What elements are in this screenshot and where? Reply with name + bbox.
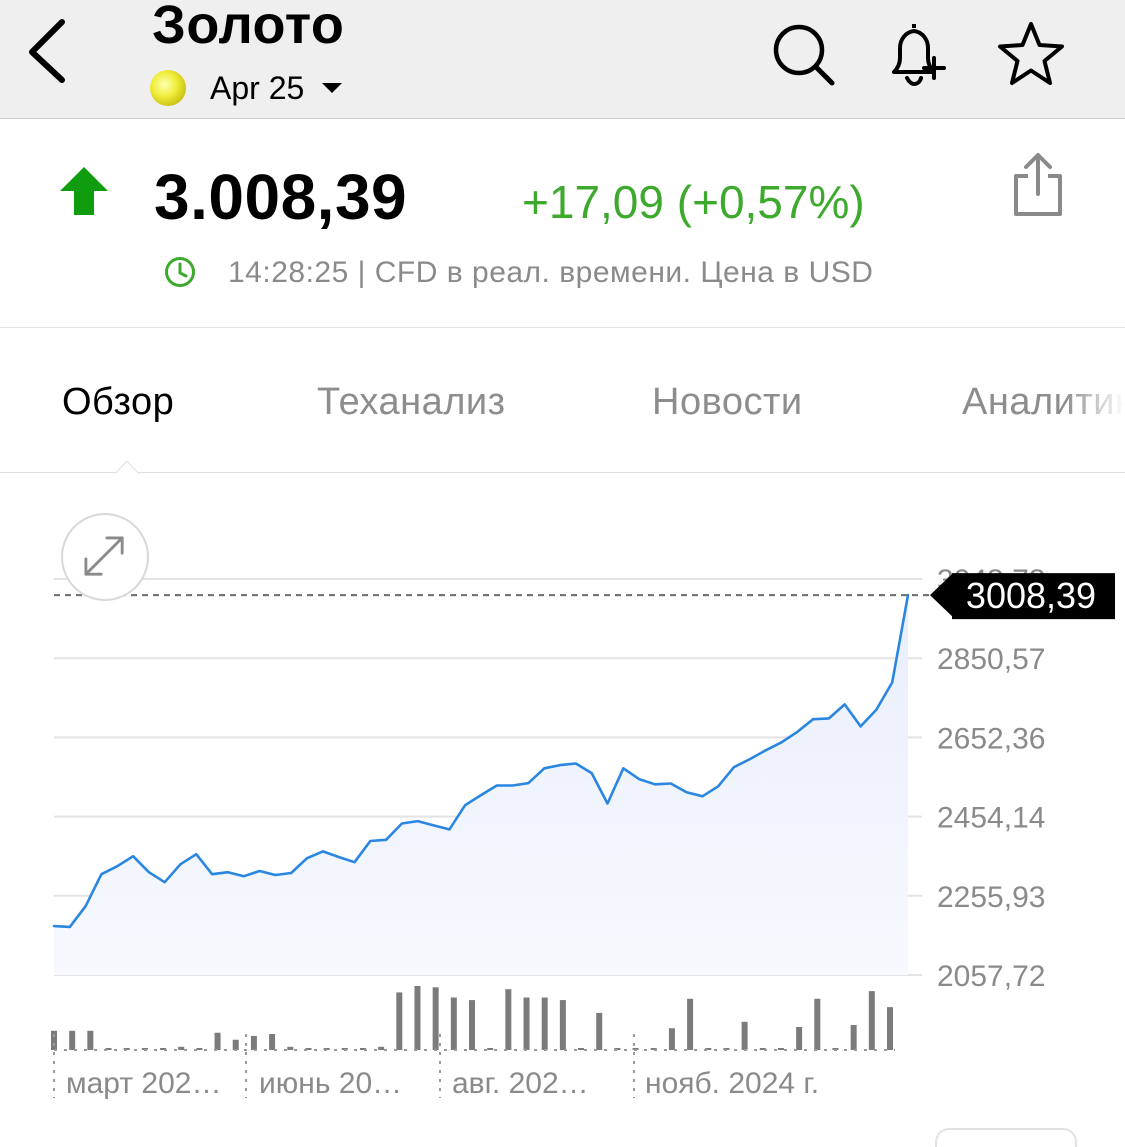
top-bar: Золото Apr 25 [0, 0, 1125, 119]
volume-bar [250, 1035, 257, 1050]
tab-overview[interactable]: Обзор [62, 381, 174, 424]
volume-bar [87, 1030, 94, 1050]
volume-bar [668, 1028, 675, 1050]
y-tick-label: 2850,57 [937, 643, 1045, 676]
volume-bar [559, 1000, 566, 1050]
volume-bar [796, 1026, 803, 1050]
active-tab-pointer [114, 461, 140, 475]
volume-bar [414, 986, 421, 1050]
expand-icon [84, 536, 124, 576]
volume-bar [214, 1032, 221, 1050]
volume-bar [523, 997, 530, 1050]
volume-bar [596, 1012, 603, 1050]
x-tick-label: март 202… [66, 1067, 221, 1100]
volume-bar [378, 1046, 385, 1050]
volume-bar [850, 1025, 857, 1050]
volume-bar [469, 1000, 475, 1050]
expand-chart-button[interactable] [61, 513, 149, 601]
y-tick-label: 2652,36 [937, 722, 1045, 755]
volume-bar [69, 1030, 76, 1050]
price-badge-label: 3008,39 [966, 575, 1096, 616]
clock-icon [165, 257, 195, 287]
volume-bar [814, 998, 821, 1050]
add-alert-bell-icon[interactable] [880, 18, 950, 90]
volume-bar [287, 1046, 294, 1050]
volume-bar [578, 1048, 585, 1050]
tabs-fade [1065, 328, 1125, 472]
y-tick-label: 2057,72 [937, 960, 1045, 993]
volume-bar [269, 1034, 276, 1050]
quote-time-info: 14:28:25 | CFD в реал. времени. Цена в U… [228, 256, 874, 289]
volume-bar [487, 1048, 494, 1050]
contract-label: Apr 25 [210, 69, 305, 106]
price-area-fill [54, 595, 908, 975]
instrument-title: Золото [152, 0, 345, 55]
x-tick-label: июнь 20… [259, 1067, 402, 1100]
volume-bar [432, 987, 439, 1050]
back-arrow-icon[interactable] [20, 14, 80, 86]
volume-bar [505, 989, 512, 1050]
price-change: +17,09 (+0,57%) [522, 176, 865, 228]
volume-bar [232, 1039, 239, 1050]
contract-selector[interactable]: Apr 25 [150, 68, 343, 108]
volume-bar [687, 998, 694, 1050]
tab-news[interactable]: Новости [652, 381, 803, 424]
volume-bar [777, 1048, 784, 1050]
y-tick-label: 2454,14 [937, 802, 1045, 835]
volume-bar [887, 1007, 893, 1050]
last-price: 3.008,39 [154, 161, 408, 233]
volume-bar [51, 1030, 57, 1050]
price-up-arrow-icon [60, 167, 108, 215]
volume-bar [450, 997, 457, 1050]
favorite-star-icon[interactable] [994, 18, 1064, 90]
chevron-down-icon [322, 83, 343, 93]
volume-bar [178, 1046, 185, 1050]
share-icon[interactable] [1008, 150, 1068, 222]
y-tick-label: 2255,93 [937, 881, 1045, 914]
x-tick-label: нояб. 2024 г. [645, 1067, 819, 1100]
volume-bar [196, 1048, 203, 1050]
volume-bar [741, 1021, 748, 1050]
volume-bar [868, 991, 875, 1050]
volume-bar [396, 992, 403, 1050]
search-icon[interactable] [768, 18, 838, 90]
volume-bar [541, 997, 548, 1050]
x-tick-label: авг. 202… [452, 1067, 589, 1100]
gold-coin-icon [150, 70, 186, 106]
section-tabs: Обзор Теханализ Новости Аналитика [0, 328, 1125, 473]
tab-technical[interactable]: Теханализ [317, 381, 506, 424]
chart-period-button[interactable] [935, 1128, 1077, 1147]
price-chart[interactable]: 3048,782850,572652,362454,142255,932057,… [0, 474, 1125, 1147]
quote-panel: 3.008,39 +17,09 (+0,57%) 14:28:25 | CFD … [0, 120, 1125, 328]
